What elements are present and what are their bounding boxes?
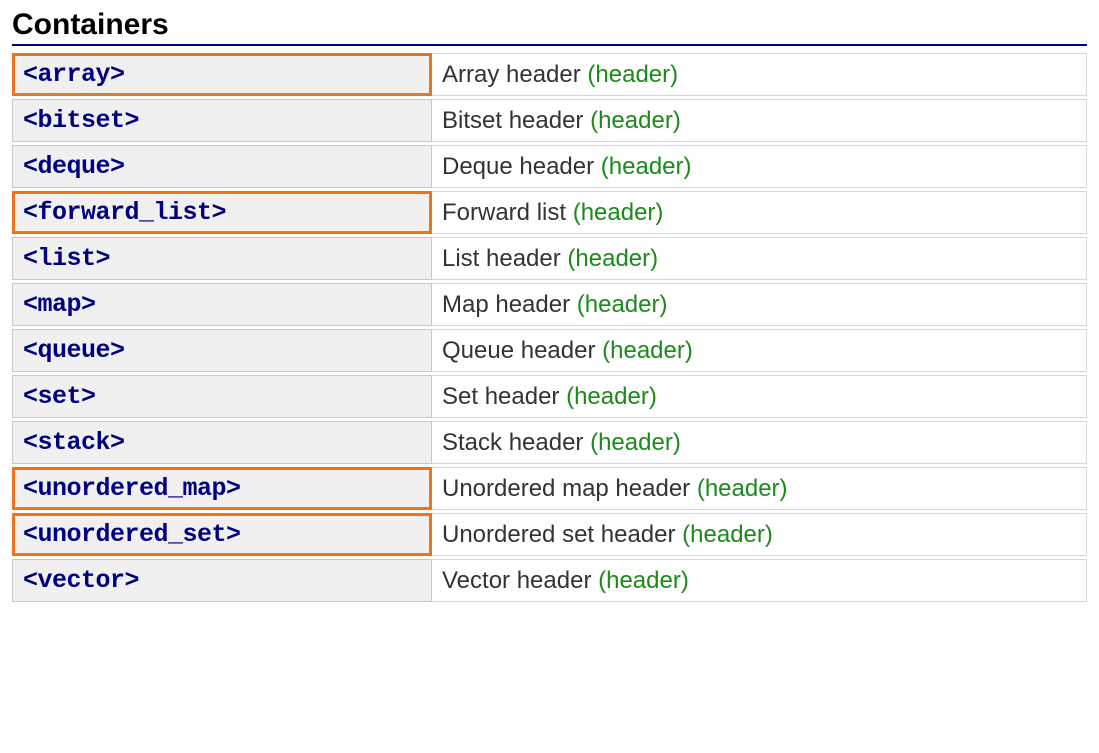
header-name: <bitset>	[23, 106, 139, 135]
header-description: Set header	[442, 383, 559, 410]
header-name-cell[interactable]: <list>	[12, 237, 432, 280]
header-description: Queue header	[442, 337, 595, 364]
header-tag: (header)	[598, 567, 689, 594]
table-row: <queue> Queue header (header)	[12, 329, 1087, 372]
table-row: <stack> Stack header (header)	[12, 421, 1087, 464]
table-row: <unordered_map> Unordered map header (hea…	[12, 467, 1087, 510]
table-row: <unordered_set> Unordered set header (hea…	[12, 513, 1087, 556]
header-description: Bitset header	[442, 107, 583, 134]
header-desc-cell: Deque header (header)	[432, 145, 1087, 188]
header-name: <vector>	[23, 566, 139, 595]
header-tag: (header)	[567, 245, 658, 272]
header-name: <set>	[23, 382, 96, 411]
header-tag: (header)	[577, 291, 668, 318]
header-desc-cell: Forward list (header)	[432, 191, 1087, 234]
header-tag: (header)	[602, 337, 693, 364]
header-description: List header	[442, 245, 561, 272]
header-description: Unordered map header	[442, 475, 690, 502]
header-description: Vector header	[442, 567, 591, 594]
header-name: <map>	[23, 290, 96, 319]
header-name: <forward_list>	[23, 198, 226, 227]
table-row: <forward_list> Forward list (header)	[12, 191, 1087, 234]
table-row: <deque> Deque header (header)	[12, 145, 1087, 188]
header-name: <queue>	[23, 336, 125, 365]
header-desc-cell: Unordered map header (header)	[432, 467, 1087, 510]
header-name-cell[interactable]: <unordered_map>	[12, 467, 432, 510]
header-name-cell[interactable]: <stack>	[12, 421, 432, 464]
header-description: Deque header	[442, 153, 594, 180]
header-desc-cell: Set header (header)	[432, 375, 1087, 418]
header-name-cell[interactable]: <deque>	[12, 145, 432, 188]
table-row: <set> Set header (header)	[12, 375, 1087, 418]
header-name: <deque>	[23, 152, 125, 181]
header-name: <unordered_set>	[23, 520, 241, 549]
header-desc-cell: Array header (header)	[432, 53, 1087, 96]
header-desc-cell: Unordered set header (header)	[432, 513, 1087, 556]
header-name: <unordered_map>	[23, 474, 241, 503]
header-description: Unordered set header	[442, 521, 675, 548]
header-name: <array>	[23, 60, 125, 89]
header-name-cell[interactable]: <map>	[12, 283, 432, 326]
header-name-cell[interactable]: <queue>	[12, 329, 432, 372]
header-desc-cell: Queue header (header)	[432, 329, 1087, 372]
section-title: Containers	[12, 8, 1087, 46]
header-desc-cell: List header (header)	[432, 237, 1087, 280]
header-tag: (header)	[573, 199, 664, 226]
header-tag: (header)	[590, 429, 681, 456]
header-desc-cell: Vector header (header)	[432, 559, 1087, 602]
header-name-cell[interactable]: <array>	[12, 53, 432, 96]
header-desc-cell: Stack header (header)	[432, 421, 1087, 464]
header-name: <list>	[23, 244, 110, 273]
header-name-cell[interactable]: <bitset>	[12, 99, 432, 142]
header-name-cell[interactable]: <vector>	[12, 559, 432, 602]
header-tag: (header)	[590, 107, 681, 134]
header-description: Array header	[442, 61, 581, 88]
header-description: Stack header	[442, 429, 583, 456]
table-row: <map> Map header (header)	[12, 283, 1087, 326]
header-name-cell[interactable]: <unordered_set>	[12, 513, 432, 556]
table-row: <array> Array header (header)	[12, 53, 1087, 96]
header-desc-cell: Bitset header (header)	[432, 99, 1087, 142]
header-tag: (header)	[682, 521, 773, 548]
header-tag: (header)	[601, 153, 692, 180]
header-desc-cell: Map header (header)	[432, 283, 1087, 326]
header-name-cell[interactable]: <set>	[12, 375, 432, 418]
header-tag: (header)	[697, 475, 788, 502]
table-row: <list> List header (header)	[12, 237, 1087, 280]
table-row: <bitset> Bitset header (header)	[12, 99, 1087, 142]
header-description: Forward list	[442, 199, 566, 226]
header-description: Map header	[442, 291, 570, 318]
header-name: <stack>	[23, 428, 125, 457]
header-tag: (header)	[566, 383, 657, 410]
table-row: <vector> Vector header (header)	[12, 559, 1087, 602]
containers-table: <array> Array header (header) <bitset> Bits…	[12, 50, 1087, 605]
header-name-cell[interactable]: <forward_list>	[12, 191, 432, 234]
header-tag: (header)	[587, 61, 678, 88]
